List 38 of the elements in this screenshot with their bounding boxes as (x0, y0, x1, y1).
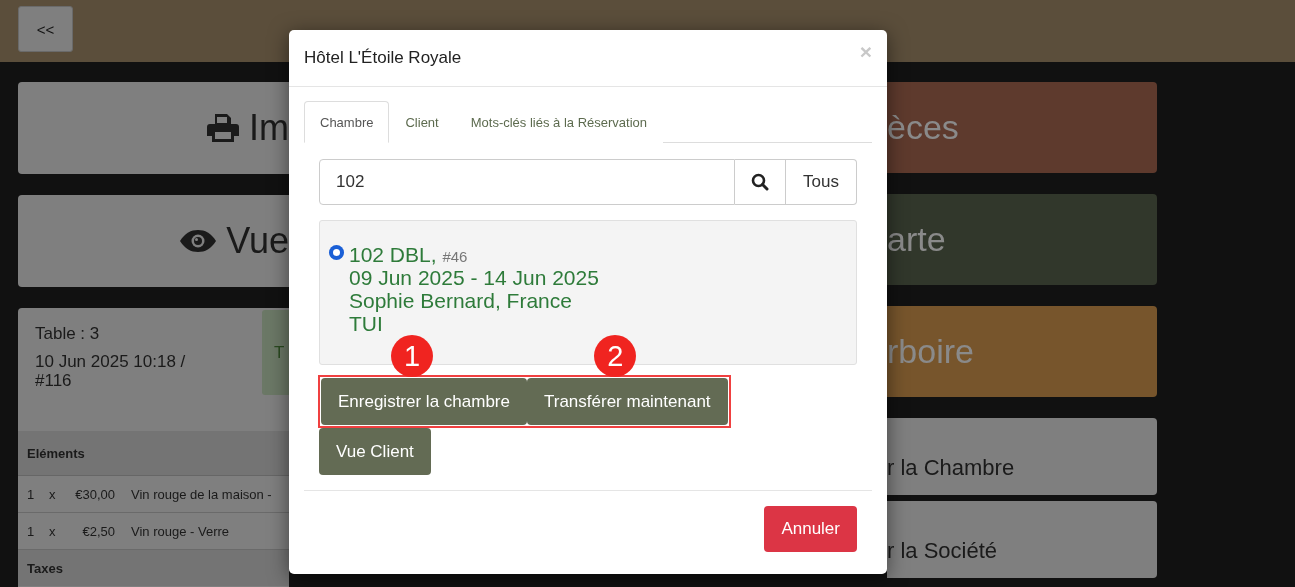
guest-name: Sophie Bernard, France (349, 289, 573, 313)
stay-dates: 09 Jun 2025 - 14 Jun 2025 (349, 266, 599, 290)
action-button[interactable]: Enregistrer la chambre (321, 378, 527, 425)
view-button[interactable]: Vue (18, 195, 289, 287)
cancel-button[interactable]: Annuler (764, 506, 857, 552)
quantity-cell-text: 1 (27, 486, 36, 502)
printer-icon (207, 113, 239, 143)
back-button[interactable]: << (18, 6, 73, 52)
agency-name: TUI (349, 312, 384, 336)
price-cell-text: €30,00 (74, 486, 115, 502)
search-button[interactable] (735, 159, 786, 205)
times-cell-text: x (49, 486, 57, 502)
print-button[interactable]: Im (18, 82, 289, 174)
action-tile[interactable]: r la Société (887, 501, 1157, 578)
all-button[interactable]: Tous (786, 159, 857, 205)
radio-button[interactable] (330, 246, 343, 259)
tab[interactable]: Chambre (304, 101, 390, 143)
search-icon (751, 173, 769, 191)
action-button[interactable]: Vue Client (319, 428, 431, 475)
step-marker: 2 (594, 335, 637, 377)
status-box: T (262, 310, 289, 395)
quantity-cell-text: 1 (27, 523, 36, 539)
room-label: 102 DBL, #46 (349, 243, 469, 267)
price-cell-text: €2,50 (81, 523, 115, 539)
search-field[interactable]: 102 (319, 159, 735, 205)
action-tile[interactable]: arte (887, 194, 1157, 285)
table-number: Table : 3 (35, 324, 101, 344)
order-datetime: 10 Jun 2025 10:18 / #116 (35, 351, 187, 391)
eye-icon (180, 230, 217, 252)
action-button[interactable]: Transférer maintenant (526, 378, 728, 425)
item-name-cell-text: Vin rouge de la maison - (131, 486, 273, 502)
item-name-cell-text: Vin rouge - Verre (131, 523, 231, 539)
modal-title: Hôtel L'Étoile Royale (304, 48, 462, 68)
action-tile[interactable]: r la Chambre (887, 418, 1157, 495)
times-cell-text: x (49, 523, 57, 539)
action-tile[interactable]: èces (887, 82, 1157, 173)
taxes-header: Taxes (18, 550, 289, 586)
items-header: Eléments (18, 431, 289, 476)
